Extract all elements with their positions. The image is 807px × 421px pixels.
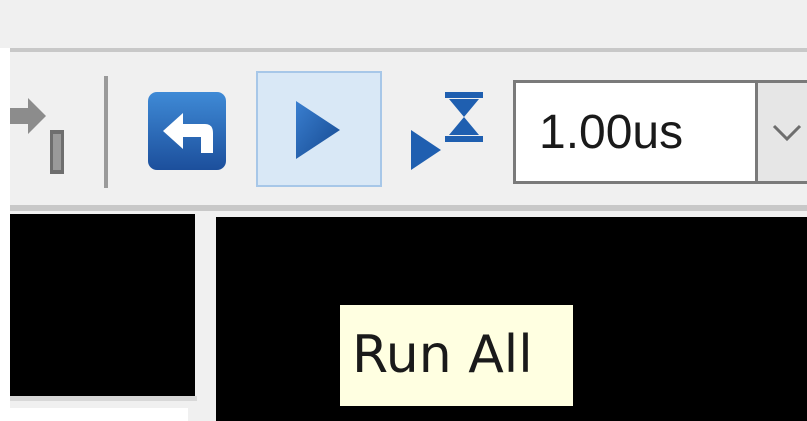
left-panel-lower	[10, 408, 188, 421]
run-all-icon	[296, 101, 340, 159]
tooltip-text: Run All	[352, 325, 533, 385]
time-unit-dropdown[interactable]	[755, 80, 807, 184]
left-panel	[10, 214, 195, 396]
step-over-icon[interactable]	[10, 94, 68, 178]
run-all-button[interactable]	[256, 71, 382, 187]
run-time-input[interactable]	[513, 80, 756, 184]
run-for-time-button[interactable]	[407, 90, 487, 172]
restart-button[interactable]	[147, 91, 227, 171]
title-bar-strip	[0, 0, 807, 48]
left-panel-splitter[interactable]	[10, 396, 197, 401]
chevron-down-icon	[772, 123, 802, 143]
run-for-time-icon	[407, 90, 487, 172]
toolbar-separator	[104, 76, 108, 188]
tooltip: Run All	[340, 305, 573, 406]
restart-icon	[147, 91, 227, 171]
